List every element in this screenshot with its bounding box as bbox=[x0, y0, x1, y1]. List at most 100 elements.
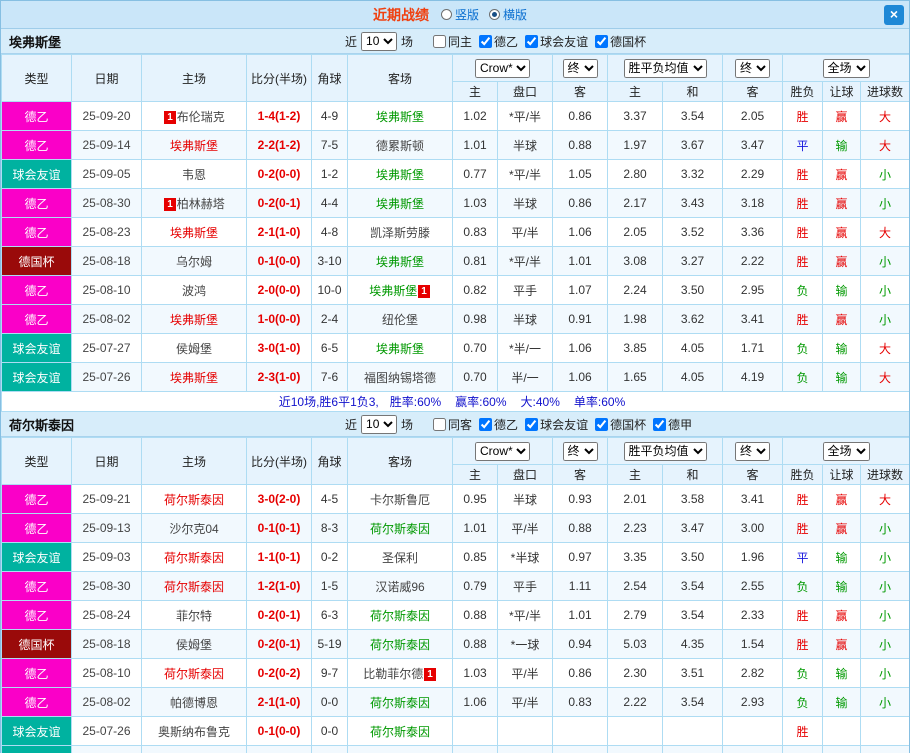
handicap-result-cell: 输 bbox=[822, 275, 861, 305]
avg-draw-cell: 3.50 bbox=[662, 275, 723, 305]
league-cell: 德乙 bbox=[1, 188, 72, 218]
filter-checkbox-同客[interactable] bbox=[433, 417, 447, 431]
away-team-name: 比勒菲尔德 bbox=[363, 666, 424, 681]
home-team-cell: 荷尔斯泰因 bbox=[141, 542, 247, 572]
match-row: 德乙 25-09-13 沙尔克04 0-1(0-1) 8-3 荷尔斯泰因 1.01 平/半 0.… bbox=[1, 513, 909, 543]
league-cell: 球会友谊 bbox=[1, 159, 72, 189]
home-team-cell: 乌尔姆 bbox=[141, 246, 247, 276]
away-team-name: 凯泽斯劳滕 bbox=[369, 225, 430, 240]
handicap-cell: 平/半 bbox=[497, 687, 553, 717]
filter-同主[interactable]: 同主 bbox=[433, 33, 472, 50]
odds-away-cell: 0.86 bbox=[552, 188, 608, 218]
filter-球会友谊[interactable]: 球会友谊 bbox=[525, 33, 588, 50]
col-corner: 角球 bbox=[311, 437, 348, 485]
goals-cell: 小 bbox=[860, 304, 909, 334]
close-button[interactable]: × bbox=[884, 5, 904, 25]
scope-select[interactable]: 全场 bbox=[822, 58, 870, 78]
avg-home-cell: 2.80 bbox=[607, 159, 663, 189]
avg-draw-cell: 3.54 bbox=[662, 101, 723, 131]
filter-checkbox-球会友谊[interactable] bbox=[525, 34, 539, 48]
filter-德乙[interactable]: 德乙 bbox=[479, 416, 518, 433]
col-home: 主场 bbox=[141, 54, 247, 102]
filter-checkbox-德国杯[interactable] bbox=[595, 417, 609, 431]
avg-home-cell: 2.01 bbox=[607, 484, 663, 514]
match-row: 德乙 25-08-10 波鸿 2-0(0-0) 10-0 埃弗斯堡 1 0.82 平手 1.07 2… bbox=[1, 275, 909, 305]
rows-body: 德乙 25-09-20 1 布伦瑞克 1-4(1-2) 4-9 埃弗斯堡 1.02 *平/半 0.… bbox=[1, 101, 909, 412]
odds-company-select[interactable]: Crow* bbox=[475, 58, 530, 78]
avg-select[interactable]: 胜平负均值 bbox=[623, 441, 707, 461]
matches-label: 场 bbox=[401, 34, 414, 49]
col-avg-draw: 和 bbox=[662, 464, 723, 485]
result-cell: 胜 bbox=[782, 246, 823, 276]
league-cell: 德乙 bbox=[1, 275, 72, 305]
avg-final-header: 终 bbox=[722, 437, 783, 465]
avg-away-cell: 2.95 bbox=[722, 275, 783, 305]
radio-icon[interactable] bbox=[489, 9, 500, 20]
date-cell: 25-08-24 bbox=[71, 600, 142, 630]
odds-final-select[interactable]: 终 bbox=[562, 58, 598, 78]
filter-checkbox-德甲[interactable] bbox=[653, 417, 667, 431]
col-goals: 进球数 bbox=[860, 464, 909, 485]
avg-select[interactable]: 胜平负均值 bbox=[623, 58, 707, 78]
date-cell: 25-08-30 bbox=[71, 188, 142, 218]
odds-away-cell: 0.86 bbox=[552, 101, 608, 131]
goals-cell: 小 bbox=[860, 188, 909, 218]
odds-home-cell: 1.01 bbox=[452, 513, 498, 543]
summary-stat-value: 60% bbox=[601, 395, 626, 409]
filter-checkbox-球会友谊[interactable] bbox=[525, 417, 539, 431]
col-handicap: 盘口 bbox=[497, 464, 553, 485]
home-team-name: 荷尔斯泰因 bbox=[163, 579, 224, 594]
avg-home-cell: 5.03 bbox=[607, 629, 663, 659]
corner-cell: 0-0 bbox=[311, 687, 348, 717]
league-cell: 德乙 bbox=[1, 484, 72, 514]
league-cell: 德乙 bbox=[1, 600, 72, 630]
avg-home-cell: 1.98 bbox=[607, 304, 663, 334]
summary-stat-value: 60% bbox=[417, 395, 442, 409]
filter-德乙[interactable]: 德乙 bbox=[479, 33, 518, 50]
scope-select[interactable]: 全场 bbox=[822, 441, 870, 461]
avg-away-cell: 3.41 bbox=[722, 304, 783, 334]
match-row: 球会友谊 25-09-05 韦恩 0-2(0-0) 1-2 埃弗斯堡 0.77 *平/半 1.0… bbox=[1, 159, 909, 189]
odds-final-select[interactable]: 终 bbox=[562, 441, 598, 461]
filter-checkbox-德乙[interactable] bbox=[479, 34, 493, 48]
away-team-cell: 埃弗斯堡 bbox=[347, 333, 453, 363]
filter-checkbox-同主[interactable] bbox=[433, 34, 447, 48]
radio-icon[interactable] bbox=[440, 9, 452, 20]
avg-final-select[interactable]: 终 bbox=[735, 58, 770, 78]
avg-final-select[interactable]: 终 bbox=[735, 441, 770, 461]
filter-checkbox-德国杯[interactable] bbox=[595, 34, 609, 48]
date-cell: 25-09-03 bbox=[71, 542, 142, 572]
summary-cell: 近10场,胜6平1负3, 胜率:60% 赢率:60% 大:40% 单率:60% bbox=[1, 391, 909, 412]
handicap-result-cell: 赢 bbox=[822, 629, 861, 659]
avg-draw-cell: 3.43 bbox=[662, 188, 723, 218]
view-radio-horizontal[interactable]: 横版 bbox=[489, 6, 527, 23]
match-row: 球会友谊 25-09-03 荷尔斯泰因 1-1(0-1) 0-2 圣保利 0.85 *半球 0.… bbox=[1, 542, 909, 572]
handicap-result-cell: 输 bbox=[822, 571, 861, 601]
corner-cell: 9-7 bbox=[311, 658, 348, 688]
filter-德国杯[interactable]: 德国杯 bbox=[595, 33, 646, 50]
league-cell: 球会友谊 bbox=[1, 362, 72, 392]
league-cell: 德乙 bbox=[1, 101, 72, 131]
match-row: 德乙 25-08-30 荷尔斯泰因 1-2(1-0) 1-5 汉诺威96 0.79 平手 1.1… bbox=[1, 571, 909, 601]
col-odds-away: 客 bbox=[552, 81, 608, 102]
filter-同客[interactable]: 同客 bbox=[433, 416, 472, 433]
results-table: 类型 日期 主场 比分(半场) 角球 客场 Crow* 终 胜平负均值 终 全场… bbox=[1, 54, 909, 412]
odds-company-select[interactable]: Crow* bbox=[475, 441, 530, 461]
avg-header: 胜平负均值 bbox=[607, 54, 723, 82]
filter-德甲[interactable]: 德甲 bbox=[653, 416, 692, 433]
avg-draw-cell: 3.54 bbox=[662, 687, 723, 717]
filter-球会友谊[interactable]: 球会友谊 bbox=[525, 416, 588, 433]
match-count-select[interactable]: 10 bbox=[361, 31, 398, 51]
summary-stat-label: 赢率: bbox=[455, 395, 483, 409]
away-team-name: 荷尔斯泰因 bbox=[369, 521, 430, 536]
filter-checkboxes: 同主 德乙 球会友谊 德国杯 bbox=[433, 33, 653, 50]
odds-home-cell: 0.81 bbox=[452, 246, 498, 276]
handicap-cell: 半球 bbox=[497, 304, 553, 334]
goals-cell: 小 bbox=[860, 513, 909, 543]
filter-checkbox-德乙[interactable] bbox=[479, 417, 493, 431]
corner-cell: 0-0 bbox=[311, 745, 348, 753]
filter-德国杯[interactable]: 德国杯 bbox=[595, 416, 646, 433]
match-count-select[interactable]: 10 bbox=[361, 414, 398, 434]
view-radio-vertical[interactable]: 竖版 bbox=[440, 6, 479, 23]
handicap-cell: 半/一 bbox=[497, 362, 553, 392]
